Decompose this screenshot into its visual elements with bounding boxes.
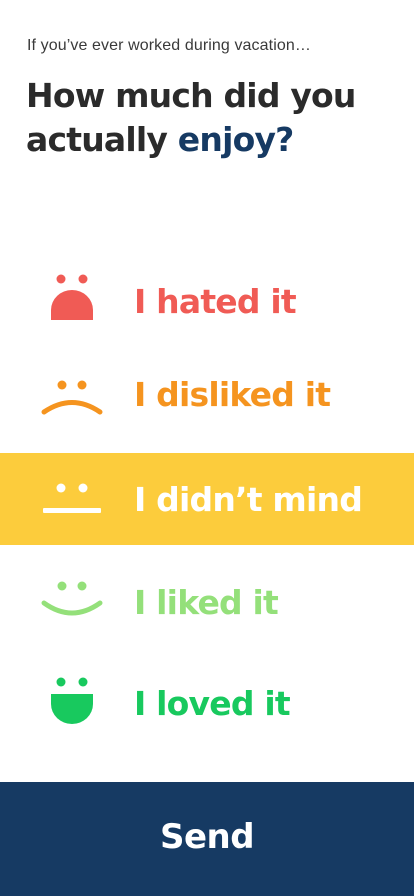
option-label: I liked it [134,582,279,622]
big-smile-face-icon [51,677,93,724]
smile-face-icon [41,581,103,616]
send-button-label: Send [159,817,255,857]
option-liked[interactable]: I liked it [0,563,414,641]
neutral-face-icon [43,483,101,513]
option-label: I didn’t mind [134,479,363,519]
option-label: I hated it [134,281,297,321]
sad-face-icon [41,380,103,415]
option-loved[interactable]: I loved it [0,664,414,742]
question-eyebrow: If you’ve ever worked during vacation… [27,37,311,54]
send-button[interactable]: Send [0,782,414,896]
question-title: How much did you actually enjoy? [26,74,406,162]
option-hated[interactable]: I hated it [0,262,414,340]
option-didnt-mind[interactable]: I didn’t mind [0,453,414,545]
question-accent-word: enjoy? [177,120,295,159]
option-disliked[interactable]: I disliked it [0,355,414,433]
very-sad-face-icon [51,274,93,320]
option-label: I disliked it [134,374,331,414]
option-label: I loved it [134,683,291,723]
